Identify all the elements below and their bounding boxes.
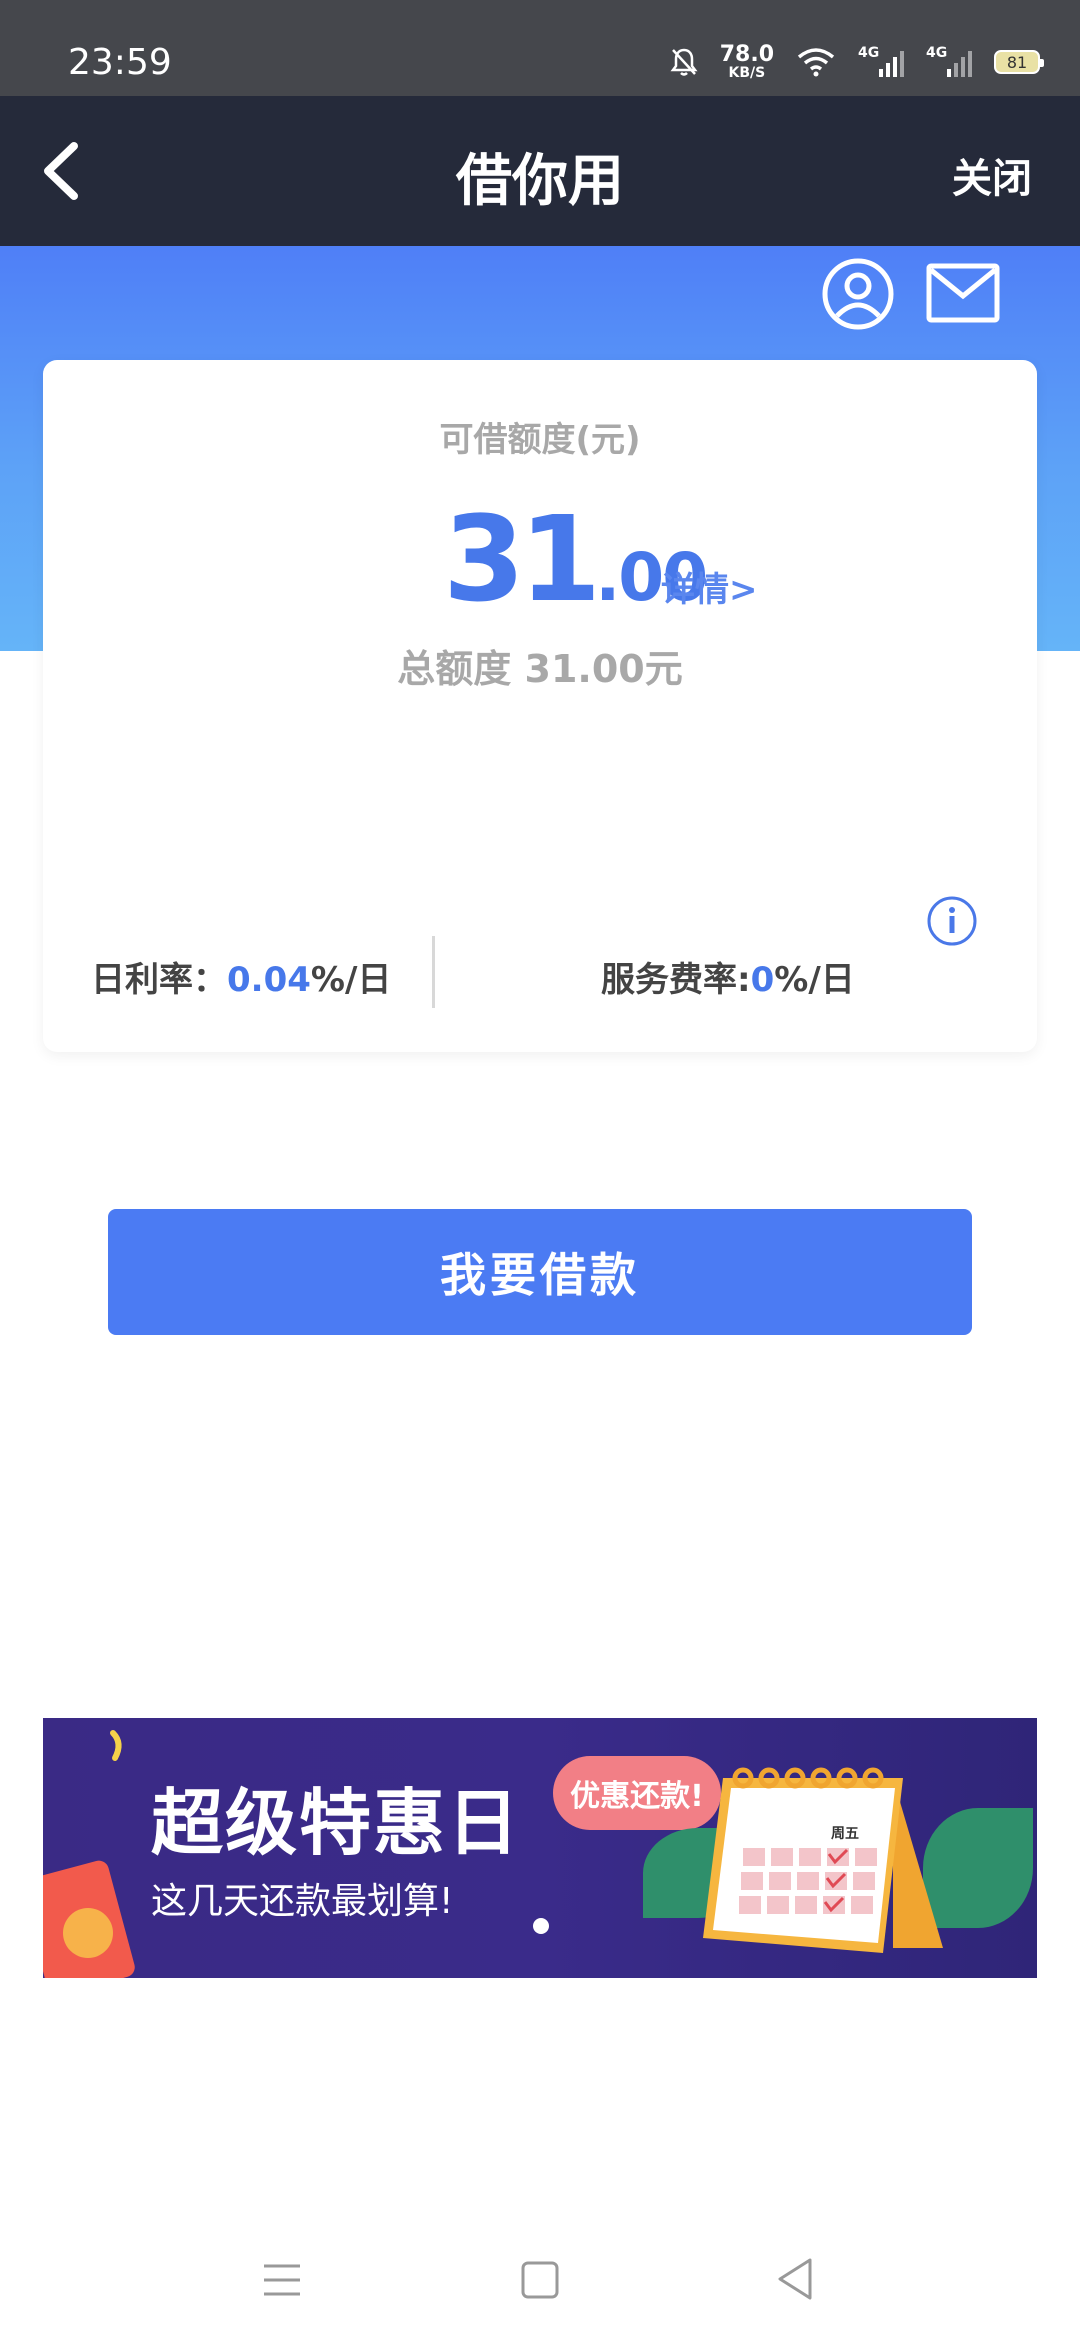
daily-interest-rate: 日利率：0.04%/日 [91, 952, 391, 1001]
coin-icon [63, 1908, 113, 1958]
service-rate-label: 服务费率: [601, 960, 751, 1000]
available-credit-label: 可借额度(元) [439, 420, 641, 460]
total-credit: 总额度 31.00元 [397, 647, 683, 691]
banner-subtitle: 这几天还款最划算! [151, 1881, 454, 1922]
calendar-icon: 周五 [703, 1767, 943, 1953]
confetti-icon [110, 1730, 122, 1761]
details-link[interactable]: 详情> [661, 562, 758, 611]
banner-pagination-dot[interactable] [533, 1918, 549, 1934]
signal-2-label: 4G [926, 45, 948, 61]
amount-integer: 31 [443, 490, 601, 628]
back-triangle-icon[interactable] [776, 2256, 814, 2302]
battery-level: 81 [1006, 52, 1028, 72]
promo-banner[interactable]: 超级特惠日 这几天还款最划算! 优惠还款! 周五 [43, 1718, 1037, 1978]
home-icon[interactable] [520, 2260, 560, 2300]
user-profile-icon[interactable] [820, 256, 896, 332]
daily-rate-unit: %/日 [310, 960, 392, 1000]
close-button[interactable]: 关闭 [952, 146, 1032, 204]
network-speed: 78.0 KB/S [719, 42, 774, 81]
borrow-button[interactable]: 我要借款 [108, 1209, 972, 1335]
status-icons: 78.0 KB/S 4G 4G 81 [670, 42, 1044, 81]
info-icon[interactable] [926, 895, 978, 947]
status-bar: 23:59 78.0 KB/S 4G 4G 81 [0, 0, 1080, 96]
battery-icon: 81 [994, 50, 1044, 74]
credit-card: 可借额度(元) 31.00 详情> 总额度 31.00元 日利率：0.04%/日… [43, 360, 1037, 1052]
rate-divider [432, 936, 435, 1008]
network-speed-value: 78.0 [719, 42, 774, 67]
signal-icon-1: 4G [858, 45, 904, 77]
calendar-label: 周五 [831, 1826, 859, 1842]
system-nav-bar [0, 2220, 1080, 2340]
service-fee-rate: 服务费率:0%/日 [601, 952, 855, 1001]
mute-bell-icon [670, 48, 698, 76]
wifi-icon [797, 48, 835, 77]
service-rate-unit: %/日 [774, 960, 855, 1000]
signal-icon-2: 4G [926, 45, 972, 77]
status-time: 23:59 [68, 42, 172, 83]
page-title: 借你用 [456, 149, 624, 214]
signal-1-label: 4G [858, 45, 880, 61]
banner-title: 超级特惠日 [151, 1781, 522, 1865]
menu-icon[interactable] [262, 2262, 302, 2298]
service-rate-value: 0 [750, 960, 775, 1000]
mail-icon[interactable] [926, 262, 1000, 326]
daily-rate-value: 0.04 [227, 960, 311, 1000]
nav-bar: 借你用 关闭 [0, 96, 1080, 246]
daily-rate-label: 日利率： [91, 960, 227, 1000]
banner-tag: 优惠还款! [553, 1756, 721, 1830]
network-speed-unit: KB/S [728, 65, 766, 81]
